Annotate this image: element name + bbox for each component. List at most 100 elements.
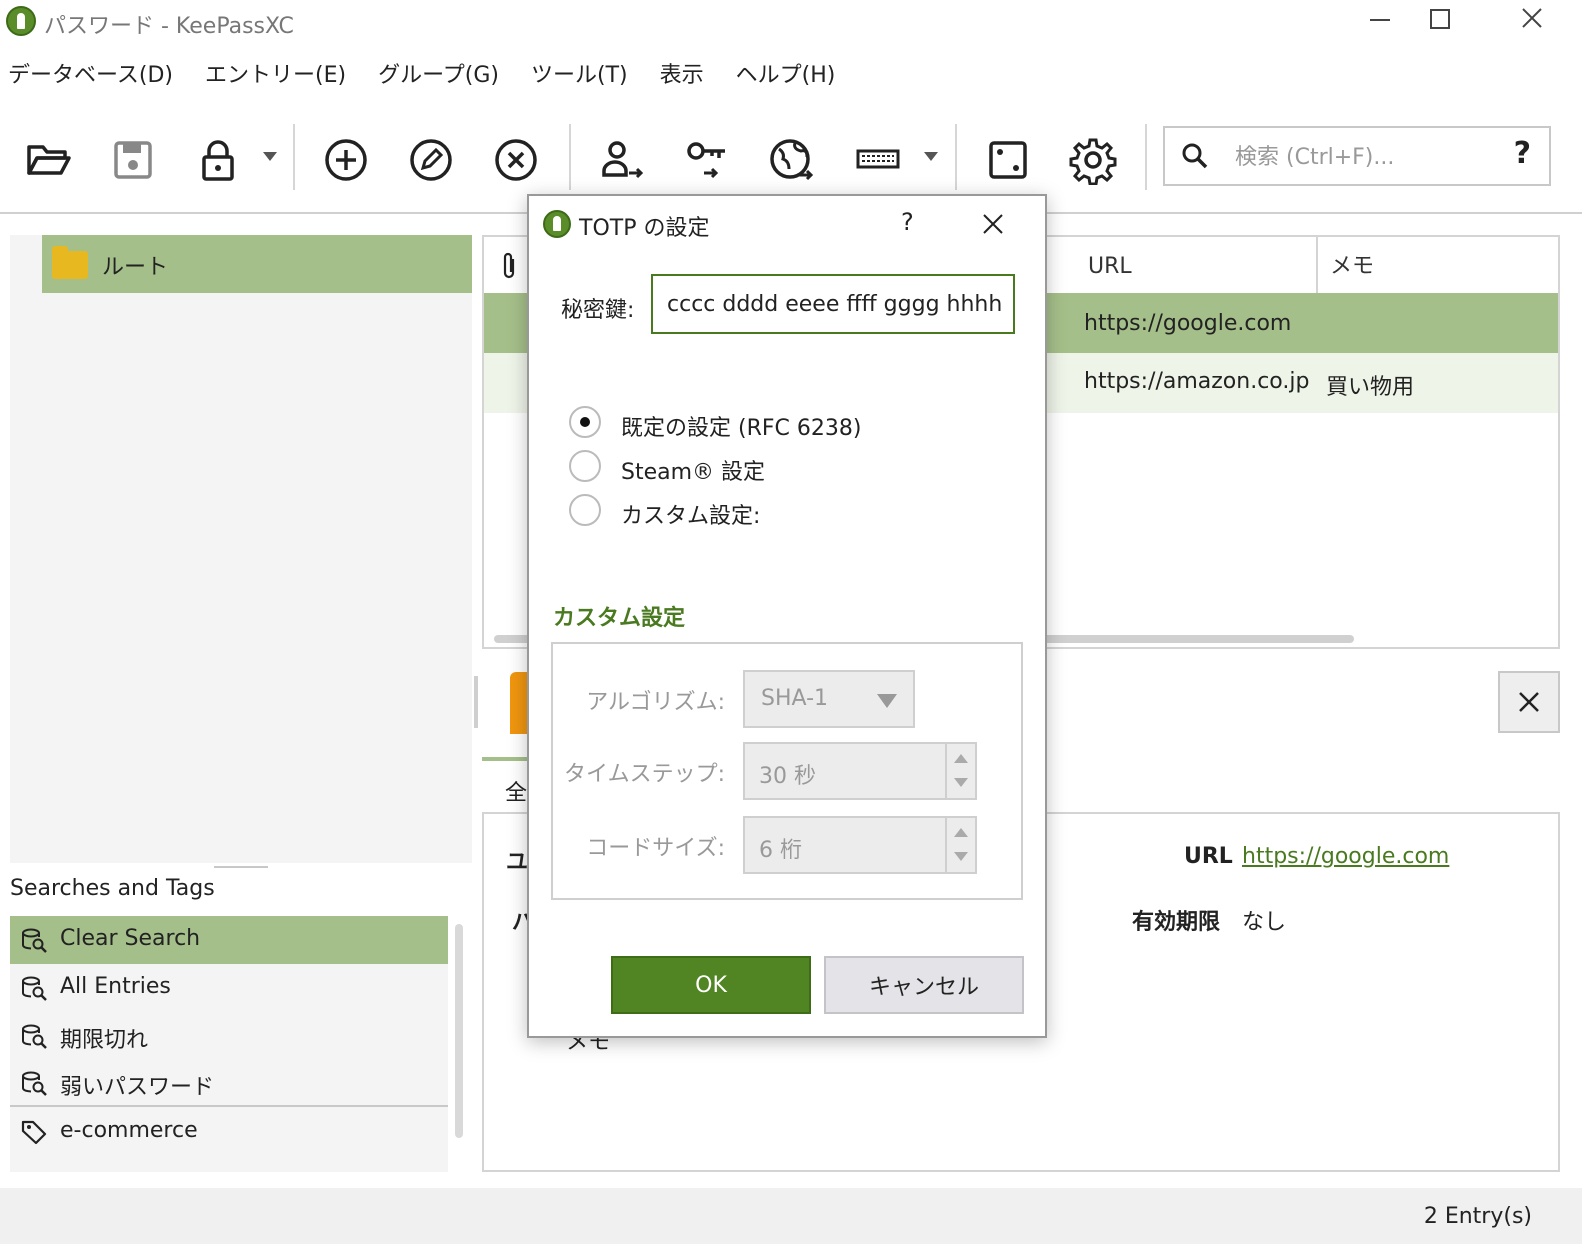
spin-up-icon[interactable]: [954, 828, 968, 837]
minimize-button[interactable]: [1350, 4, 1410, 40]
lock-database-button[interactable]: [190, 132, 246, 188]
key-arrow-icon: [687, 142, 725, 179]
ok-button[interactable]: OK: [611, 956, 811, 1014]
menu-database[interactable]: データベース(D): [0, 56, 189, 96]
radio-custom-settings[interactable]: [569, 494, 601, 526]
title-bar: パスワード - KeePassXC: [0, 0, 1582, 44]
tag-item-weak-passwords[interactable]: 弱いパスワード: [10, 1059, 448, 1107]
row-url: https://amazon.co.jp: [1084, 369, 1310, 394]
copy-password-button[interactable]: [679, 132, 735, 188]
algorithm-value: SHA-1: [761, 686, 829, 711]
dialog-help-button[interactable]: ?: [901, 208, 914, 236]
lock-dropdown-icon[interactable]: [263, 152, 277, 161]
panel-splitter[interactable]: [214, 866, 268, 868]
tag-icon: [21, 1120, 47, 1145]
toolbar-separator: [569, 124, 571, 190]
tag-item-ecommerce[interactable]: e-commerce: [10, 1108, 448, 1156]
codesize-spinbox[interactable]: 6 桁: [743, 816, 977, 874]
toolbar-separator: [955, 124, 957, 190]
password-generator-button[interactable]: [980, 132, 1036, 188]
save-database-button[interactable]: [105, 132, 161, 188]
menu-view[interactable]: 表示: [644, 56, 720, 96]
search-help-button[interactable]: ?: [1514, 136, 1531, 171]
preview-expiry-label: 有効期限: [1132, 910, 1221, 935]
preview-tab-indicator: [482, 757, 532, 761]
gear-icon: [1069, 138, 1117, 185]
menu-help[interactable]: ヘルプ(H): [720, 56, 852, 96]
settings-button[interactable]: [1065, 132, 1121, 188]
autotype-dropdown-icon[interactable]: [924, 152, 938, 161]
search-box[interactable]: ?: [1163, 126, 1551, 186]
preview-url-link[interactable]: https://google.com: [1242, 844, 1449, 869]
open-database-button[interactable]: [20, 132, 76, 188]
radio-steam-label[interactable]: Steam® 設定: [621, 454, 765, 486]
menu-entries[interactable]: エントリー(E): [189, 56, 362, 96]
search-database-icon: [22, 1071, 47, 1096]
timestep-spinbox[interactable]: 30 秒: [743, 742, 977, 800]
dialog-title: TOTP の設定: [579, 216, 710, 241]
add-entry-button[interactable]: [318, 132, 374, 188]
algorithm-select[interactable]: SHA-1: [743, 670, 915, 728]
spin-down-icon[interactable]: [954, 852, 968, 861]
algorithm-label: アルゴリズム:: [586, 690, 725, 715]
preview-close-button[interactable]: [1498, 671, 1560, 733]
column-url[interactable]: URL: [1076, 237, 1318, 293]
copy-username-button[interactable]: [594, 132, 650, 188]
tags-scrollbar[interactable]: [455, 924, 463, 1138]
tag-item-expired[interactable]: 期限切れ: [10, 1012, 448, 1060]
secret-key-input[interactable]: [651, 274, 1015, 334]
column-memo[interactable]: メモ: [1318, 237, 1558, 293]
maximize-button[interactable]: [1410, 4, 1470, 40]
preview-splitter-handle[interactable]: [474, 676, 478, 728]
row-memo: 買い物用: [1326, 375, 1415, 400]
tag-label: Clear Search: [60, 926, 201, 951]
dialog-close-button[interactable]: [981, 204, 1005, 244]
search-database-icon: [22, 1024, 47, 1049]
radio-custom-label[interactable]: カスタム設定:: [621, 498, 760, 530]
menu-tools[interactable]: ツール(T): [515, 56, 644, 96]
folder-icon: [52, 246, 88, 279]
spin-buttons[interactable]: [945, 818, 975, 872]
tag-label: e-commerce: [60, 1118, 198, 1143]
search-database-icon: [22, 928, 47, 953]
radio-default-settings[interactable]: [569, 406, 601, 438]
entry-count: 2 Entry(s): [1423, 1204, 1532, 1229]
edit-entry-button[interactable]: [403, 132, 459, 188]
spin-buttons[interactable]: [945, 744, 975, 798]
copy-url-button[interactable]: [764, 132, 820, 188]
spin-up-icon[interactable]: [954, 754, 968, 763]
tags-list: Clear Search All Entries 期限切れ 弱いパスワード e-…: [10, 916, 448, 1172]
window-title: パスワード - KeePassXC: [44, 14, 294, 39]
tag-item-clear-search[interactable]: Clear Search: [10, 916, 448, 964]
menu-groups[interactable]: グループ(G): [362, 56, 515, 96]
dice-icon: [989, 141, 1027, 179]
tag-item-all-entries[interactable]: All Entries: [10, 964, 448, 1012]
row-url: https://google.com: [1084, 311, 1292, 336]
radio-steam-settings[interactable]: [569, 450, 601, 482]
tag-label: 期限切れ: [60, 1028, 149, 1053]
codesize-label: コードサイズ:: [586, 836, 725, 861]
search-icon: [1182, 143, 1208, 169]
group-item-root[interactable]: ルート: [42, 235, 472, 293]
tags-section-title: Searches and Tags: [10, 876, 215, 901]
spin-down-icon[interactable]: [954, 778, 968, 787]
autotype-button[interactable]: [850, 132, 906, 188]
search-database-icon: [22, 976, 47, 1001]
menu-bar: データベース(D) エントリー(E) グループ(G) ツール(T) 表示 ヘルプ…: [0, 56, 851, 96]
custom-settings-header: カスタム設定: [553, 606, 686, 631]
pencil-circle-icon: [410, 139, 452, 181]
column-attachment[interactable]: [484, 237, 532, 293]
radio-default-label[interactable]: 既定の設定 (RFC 6238): [621, 410, 861, 442]
preview-tab-general[interactable]: 全: [505, 775, 527, 807]
window-close-button[interactable]: [1502, 4, 1562, 40]
delete-entry-button[interactable]: [488, 132, 544, 188]
search-input[interactable]: [1235, 140, 1495, 174]
tag-label: All Entries: [60, 974, 171, 999]
codesize-value: 6 桁: [759, 838, 802, 863]
preview-username-label: ユ: [506, 850, 529, 875]
keepassxc-logo-icon: [543, 210, 571, 238]
lock-icon: [202, 140, 234, 181]
preview-expiry-value: なし: [1242, 910, 1287, 935]
preview-url-label: URL: [1184, 844, 1233, 869]
cancel-button[interactable]: キャンセル: [824, 956, 1024, 1014]
